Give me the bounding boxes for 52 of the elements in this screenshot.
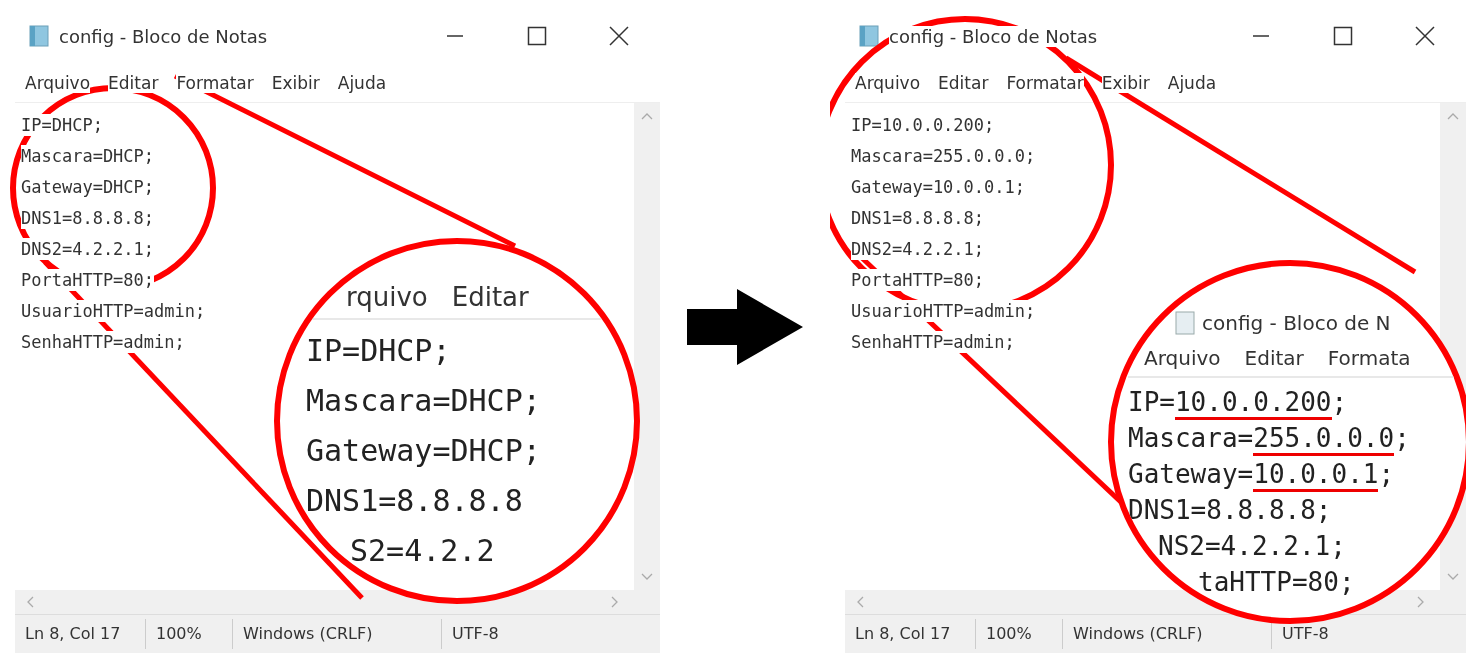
text-line: Mascara=DHCP; — [306, 382, 541, 420]
vertical-scrollbar[interactable] — [634, 103, 660, 590]
text-line: S2=4.2.2 — [350, 532, 495, 570]
horizontal-scrollbar[interactable] — [15, 590, 660, 614]
menu-item[interactable]: Editar — [451, 282, 529, 312]
text-line: Gateway=10.0.0.1; — [1128, 456, 1395, 492]
scroll-up-icon[interactable] — [640, 111, 654, 121]
status-item: UTF-8 — [1281, 623, 1330, 645]
right-arrow-icon — [687, 288, 803, 365]
status-item: Ln 8, Col 17 — [845, 619, 976, 649]
window-title: config - Bloco de Notas — [889, 25, 1098, 47]
text-line: Mascara=255.0.0.0; — [1128, 420, 1410, 456]
minimize-icon — [446, 35, 464, 37]
text-line: DNS1=8.8.8.8 — [306, 482, 523, 520]
status-item: UTF-8 — [451, 623, 500, 645]
scroll-right-icon[interactable] — [1416, 595, 1426, 609]
status-item: Ln 8, Col 17 — [15, 619, 146, 649]
text-line: Gateway=DHCP; — [306, 432, 541, 470]
menu-item[interactable]: Arquivo — [25, 73, 91, 93]
text-line: taHTTP=80; — [1198, 566, 1355, 599]
close-icon — [609, 26, 629, 46]
menu-item[interactable]: rquivo — [346, 282, 428, 312]
menu-item[interactable]: Formatar — [176, 73, 254, 93]
text-line: IP=DHCP; — [306, 332, 451, 370]
menu-item[interactable]: Arquivo — [1144, 346, 1221, 370]
scroll-left-icon[interactable] — [855, 595, 865, 609]
menu-item[interactable]: Arquivo — [855, 73, 921, 93]
maximize-icon — [1333, 26, 1353, 46]
status-item: 100% — [146, 619, 233, 649]
notepad-icon — [1174, 310, 1196, 336]
minimize-icon — [1252, 35, 1270, 37]
close-icon — [1415, 26, 1435, 46]
menu-item[interactable]: Editar — [108, 73, 159, 93]
maximize-icon — [527, 26, 547, 46]
text-line: NS2=4.2.2.1; — [1158, 530, 1346, 563]
menu-item[interactable]: Ajuda — [337, 73, 387, 93]
text-line: DNS1=8.8.8.8; — [1128, 494, 1332, 527]
scroll-left-icon[interactable] — [25, 595, 35, 609]
window-title: config - Bloco de N — [1202, 311, 1391, 335]
text-line: IP=10.0.0.200; — [1128, 384, 1348, 420]
status-item: 100% — [976, 619, 1063, 649]
notepad-icon — [27, 24, 51, 48]
scroll-down-icon[interactable] — [640, 572, 654, 582]
menu-item[interactable]: Formata — [1327, 346, 1411, 370]
notepad-icon — [857, 24, 881, 48]
menu-item[interactable]: Editar — [1244, 346, 1304, 370]
menu-item[interactable]: Exibir — [1101, 73, 1150, 93]
menu-item[interactable]: Ajuda — [1167, 73, 1217, 93]
scroll-down-icon[interactable] — [1446, 572, 1460, 582]
scroll-right-icon[interactable] — [610, 595, 620, 609]
status-item: Windows (CRLF) — [233, 619, 442, 649]
scroll-up-icon[interactable] — [1446, 111, 1460, 121]
